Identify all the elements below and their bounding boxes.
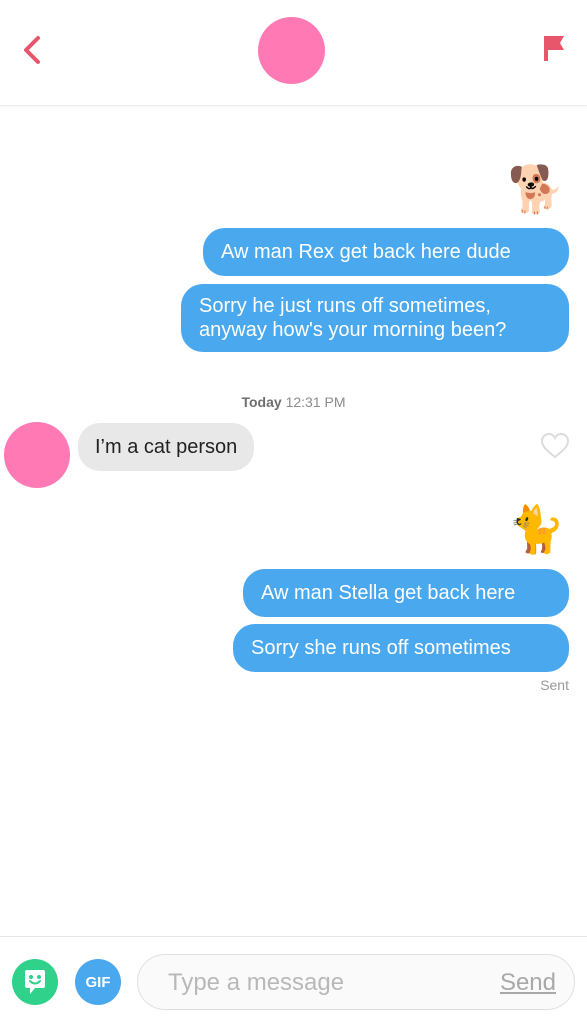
- message-input-bar: GIF Send: [0, 936, 587, 1024]
- flag-icon: [544, 36, 564, 61]
- message-input-container: Send: [137, 954, 575, 1010]
- message-text: Aw man Stella get back here: [261, 582, 516, 604]
- message-text: Aw man Rex get back here dude: [221, 241, 511, 263]
- sent-status: Sent: [540, 677, 569, 693]
- message-text: I’m a cat person: [95, 436, 238, 458]
- message-text: Sorry she runs off sometimes: [251, 637, 511, 659]
- dog-emoji: 🐕: [507, 163, 565, 215]
- sticker-face-icon: [25, 970, 45, 994]
- gif-button[interactable]: GIF: [75, 959, 121, 1005]
- message-timestamp: Today 12:31 PM: [0, 394, 587, 410]
- sticker-button[interactable]: [12, 959, 58, 1005]
- send-button[interactable]: Send: [500, 969, 556, 997]
- match-avatar[interactable]: [4, 422, 70, 488]
- message-text: anyway how's your morning been?: [199, 319, 507, 341]
- back-button[interactable]: [14, 32, 50, 68]
- cat-emoji: 🐈: [507, 503, 565, 555]
- outgoing-message: Sorry he just runs off sometimes, anyway…: [181, 284, 569, 352]
- chevron-left-icon: [24, 36, 40, 64]
- message-text: Sorry he just runs off sometimes,: [199, 295, 491, 317]
- heart-icon[interactable]: [540, 432, 570, 460]
- timestamp-time: 12:31 PM: [285, 394, 346, 410]
- message-input[interactable]: [168, 965, 468, 1001]
- outgoing-message: Sorry she runs off sometimes: [233, 624, 569, 672]
- timestamp-day: Today: [241, 394, 282, 410]
- report-button[interactable]: [536, 30, 572, 66]
- outgoing-message: Aw man Stella get back here: [243, 569, 569, 617]
- incoming-message: I’m a cat person: [78, 423, 255, 471]
- outgoing-message: Aw man Rex get back here dude: [203, 228, 569, 276]
- match-profile-avatar[interactable]: [258, 17, 325, 84]
- chat-header: [0, 0, 587, 106]
